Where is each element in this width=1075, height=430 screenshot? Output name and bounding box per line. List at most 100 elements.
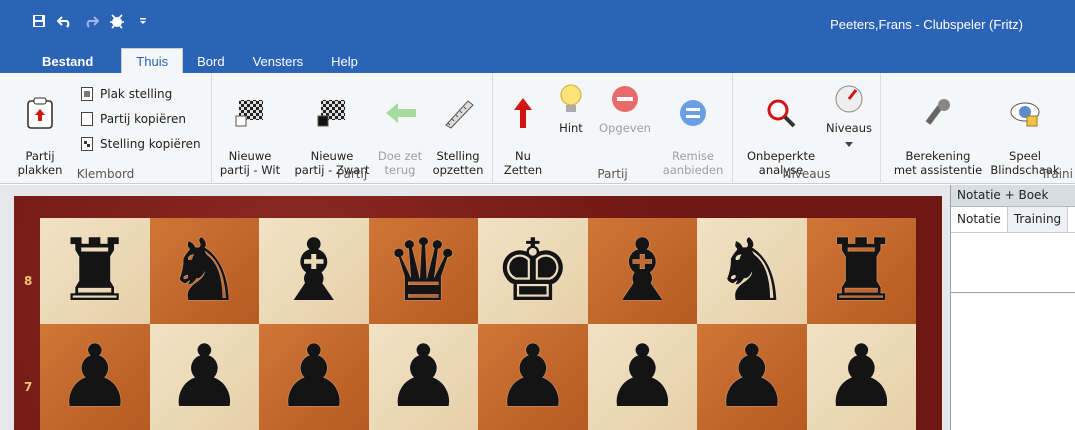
rank-label-7: 7 xyxy=(24,380,33,394)
tab-bestand[interactable]: Bestand xyxy=(0,49,122,74)
paste-position-icon xyxy=(80,87,94,101)
black-bishop[interactable]: ♝ xyxy=(275,228,352,314)
copy-position-button[interactable]: Stelling kopiëren xyxy=(80,137,201,151)
square-e7[interactable]: ♟ xyxy=(478,324,588,430)
black-knight[interactable]: ♞ xyxy=(713,228,790,314)
board-black-icon xyxy=(316,97,348,129)
paste-game-button[interactable]: Partij plakken xyxy=(14,83,66,177)
redo-icon[interactable] xyxy=(82,12,100,30)
black-bishop[interactable]: ♝ xyxy=(604,228,681,314)
black-knight[interactable]: ♞ xyxy=(166,228,243,314)
blindfold-button[interactable]: Speel Blindschaak xyxy=(985,83,1065,177)
pane-divider xyxy=(951,292,1075,293)
magnifier-icon xyxy=(765,97,797,129)
save-icon[interactable] xyxy=(30,12,48,30)
square-g7[interactable]: ♟ xyxy=(697,324,807,430)
lightbulb-icon xyxy=(555,83,587,115)
square-f8[interactable]: ♝ xyxy=(587,218,697,324)
engine-icon[interactable] xyxy=(108,12,126,30)
levels-button[interactable]: Niveaus xyxy=(821,83,877,151)
black-pawn[interactable]: ♟ xyxy=(166,334,243,420)
new-game-white-button[interactable]: Nieuwe partij - Wit xyxy=(216,83,284,177)
equals-circle-icon xyxy=(677,97,709,129)
square-c8[interactable]: ♝ xyxy=(259,218,369,324)
tab-help[interactable]: Help xyxy=(317,49,372,74)
customize-icon[interactable] xyxy=(134,12,152,30)
group-niveaus: Onbeperkte analyse Niveaus Niveaus xyxy=(733,73,881,184)
menu-tabs: Bestand Thuis Bord Vensters Help xyxy=(0,48,372,74)
copy-game-icon xyxy=(80,112,94,126)
window-title: Peeters,Frans - Clubspeler (Fritz) xyxy=(830,17,1023,32)
black-pawn[interactable]: ♟ xyxy=(604,334,681,420)
move-now-button[interactable]: Nu Zetten xyxy=(501,83,545,177)
minus-circle-icon xyxy=(609,83,641,115)
chevron-down-icon xyxy=(821,137,877,151)
black-pawn[interactable]: ♟ xyxy=(56,334,133,420)
tab-training[interactable]: Training xyxy=(1007,207,1069,232)
square-b8[interactable]: ♞ xyxy=(149,218,259,324)
clipboard-icon xyxy=(24,97,56,129)
notation-pane: Notatie + Boek Notatie Training xyxy=(950,185,1075,430)
square-a8[interactable]: ♜ xyxy=(40,218,150,324)
tab-notatie[interactable]: Notatie xyxy=(951,207,1008,232)
setup-position-button[interactable]: Stelling opzetten xyxy=(430,83,486,177)
square-c7[interactable]: ♟ xyxy=(259,324,369,430)
copy-position-icon xyxy=(80,137,94,151)
copy-game-label: Partij kopiëren xyxy=(100,112,187,126)
notation-pane-tabs: Notatie Training xyxy=(951,207,1075,233)
copy-position-label: Stelling kopiëren xyxy=(100,137,201,151)
paste-position-button[interactable]: Plak stelling xyxy=(80,87,172,101)
black-pawn[interactable]: ♟ xyxy=(275,334,352,420)
square-a7[interactable]: ♟ xyxy=(40,324,150,430)
unlimited-analysis-button[interactable]: Onbeperkte analyse xyxy=(743,83,819,177)
saw-icon xyxy=(442,97,474,129)
black-pawn[interactable]: ♟ xyxy=(823,334,900,420)
square-d8[interactable]: ♛ xyxy=(368,218,478,324)
new-game-black-button[interactable]: Nieuwe partij - Zwart xyxy=(292,83,372,177)
copy-game-button[interactable]: Partij kopiëren xyxy=(80,112,186,126)
black-queen[interactable]: ♛ xyxy=(385,228,462,314)
black-rook[interactable]: ♜ xyxy=(823,228,900,314)
eye-icon xyxy=(1009,97,1041,129)
take-back-button[interactable]: Doe zet terug xyxy=(374,83,426,177)
group-partij-play: Nu Zetten Hint Opgeven Remise aanbieden … xyxy=(493,73,733,184)
notation-pane-title: Notatie + Boek xyxy=(951,185,1075,207)
undo-icon[interactable] xyxy=(56,12,74,30)
black-pawn[interactable]: ♟ xyxy=(713,334,790,420)
resign-label: Opgeven xyxy=(599,121,651,135)
square-h7[interactable]: ♟ xyxy=(806,324,916,430)
square-h8[interactable]: ♜ xyxy=(806,218,916,324)
group-partij-new: Nieuwe partij - Wit Nieuwe partij - Zwar… xyxy=(212,73,493,184)
tab-bord[interactable]: Bord xyxy=(183,49,238,74)
square-d7[interactable]: ♟ xyxy=(368,324,478,430)
tab-thuis[interactable]: Thuis xyxy=(121,48,184,74)
square-e8[interactable]: ♚ xyxy=(478,218,588,324)
square-f7[interactable]: ♟ xyxy=(587,324,697,430)
training-group-label: Traini xyxy=(1040,167,1073,181)
offer-draw-button[interactable]: Remise aanbieden xyxy=(659,83,727,177)
group-training: Berekening met assistentie Speel Blindsc… xyxy=(881,73,1075,184)
chess-board[interactable]: ♜ ♞ ♝ ♛ ♚ ♝ ♞ ♜ ♟ ♟ ♟ ♟ ♟ ♟ ♟ ♟ xyxy=(40,218,916,430)
partij-new-group-label: Partij xyxy=(336,167,368,181)
black-pawn[interactable]: ♟ xyxy=(385,334,462,420)
resign-button[interactable]: Opgeven xyxy=(597,83,653,135)
klembord-group-label: Klembord xyxy=(76,167,135,181)
ribbon: Partij plakken Plak stelling Partij kopi… xyxy=(0,73,1075,184)
black-king[interactable]: ♚ xyxy=(494,228,571,314)
helper-icon xyxy=(922,97,954,129)
black-pawn[interactable]: ♟ xyxy=(494,334,571,420)
board-white-icon xyxy=(234,97,266,129)
title-bar: Peeters,Frans - Clubspeler (Fritz) xyxy=(0,0,1075,50)
rank-label-8: 8 xyxy=(24,274,33,288)
arrow-left-icon xyxy=(384,97,416,129)
quick-access-toolbar xyxy=(30,12,152,30)
square-g8[interactable]: ♞ xyxy=(697,218,807,324)
hint-button[interactable]: Hint xyxy=(551,83,591,135)
black-rook[interactable]: ♜ xyxy=(56,228,133,314)
partij-play-group-label: Partij xyxy=(597,167,628,181)
assisted-calculation-button[interactable]: Berekening met assistentie xyxy=(889,83,987,177)
tab-vensters[interactable]: Vensters xyxy=(239,49,318,74)
square-b7[interactable]: ♟ xyxy=(149,324,259,430)
arrow-up-icon xyxy=(507,97,539,129)
hint-label: Hint xyxy=(559,121,583,135)
